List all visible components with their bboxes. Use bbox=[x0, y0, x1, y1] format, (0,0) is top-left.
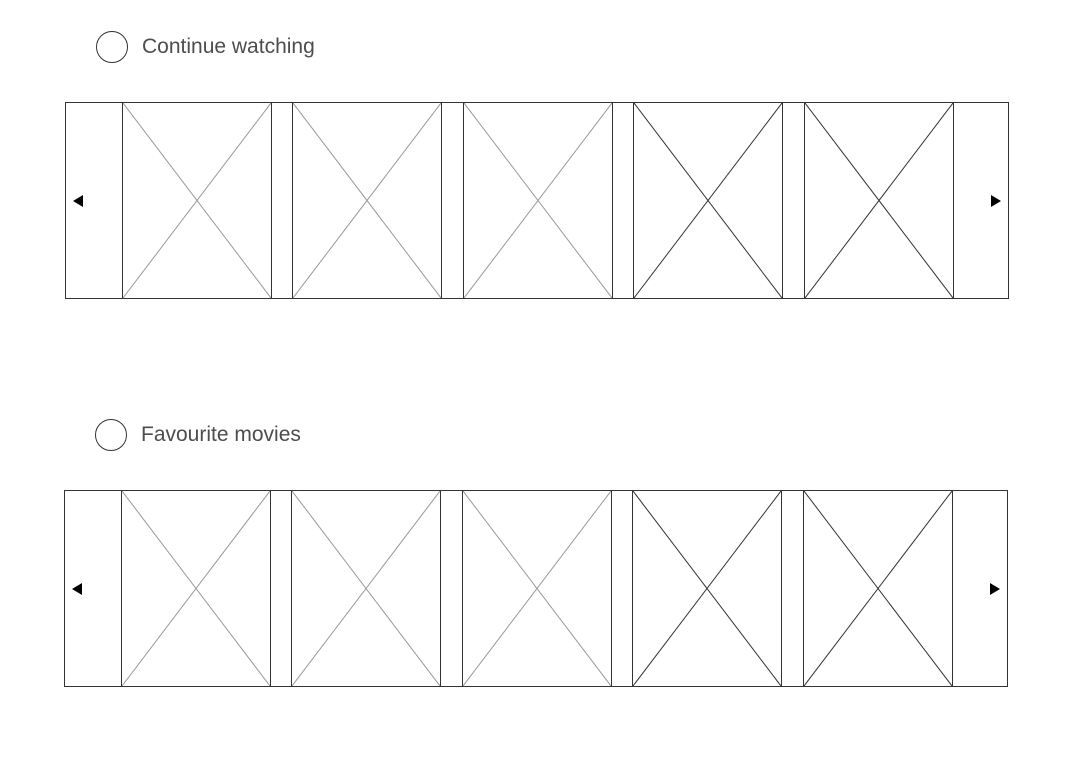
carousel-continue-watching bbox=[65, 102, 1009, 299]
section-header-favourite-movies: Favourite movies bbox=[95, 419, 301, 451]
image-placeholder-icon bbox=[292, 491, 440, 686]
media-tile[interactable] bbox=[292, 102, 442, 299]
circle-icon bbox=[95, 419, 127, 451]
section-title: Favourite movies bbox=[141, 423, 301, 446]
next-arrow-icon[interactable] bbox=[990, 582, 1000, 595]
image-placeholder-icon bbox=[464, 103, 612, 298]
image-placeholder-icon bbox=[463, 491, 611, 686]
media-tile[interactable] bbox=[804, 102, 954, 299]
carousel-favourite-movies bbox=[64, 490, 1008, 687]
image-placeholder-icon bbox=[633, 491, 781, 686]
media-tile[interactable] bbox=[463, 102, 613, 299]
circle-icon bbox=[96, 31, 128, 63]
next-arrow-icon[interactable] bbox=[991, 194, 1001, 207]
media-tile[interactable] bbox=[462, 490, 612, 687]
image-placeholder-icon bbox=[805, 103, 953, 298]
media-tile[interactable] bbox=[291, 490, 441, 687]
media-tile[interactable] bbox=[122, 102, 272, 299]
image-placeholder-icon bbox=[293, 103, 441, 298]
previous-arrow-icon[interactable] bbox=[73, 194, 83, 207]
media-tile[interactable] bbox=[121, 490, 271, 687]
image-placeholder-icon bbox=[123, 103, 271, 298]
image-placeholder-icon bbox=[634, 103, 782, 298]
section-title: Continue watching bbox=[142, 35, 315, 58]
media-tile[interactable] bbox=[633, 102, 783, 299]
section-header-continue-watching: Continue watching bbox=[96, 31, 315, 63]
media-tile[interactable] bbox=[803, 490, 953, 687]
media-tile[interactable] bbox=[632, 490, 782, 687]
image-placeholder-icon bbox=[804, 491, 952, 686]
image-placeholder-icon bbox=[122, 491, 270, 686]
previous-arrow-icon[interactable] bbox=[72, 582, 82, 595]
